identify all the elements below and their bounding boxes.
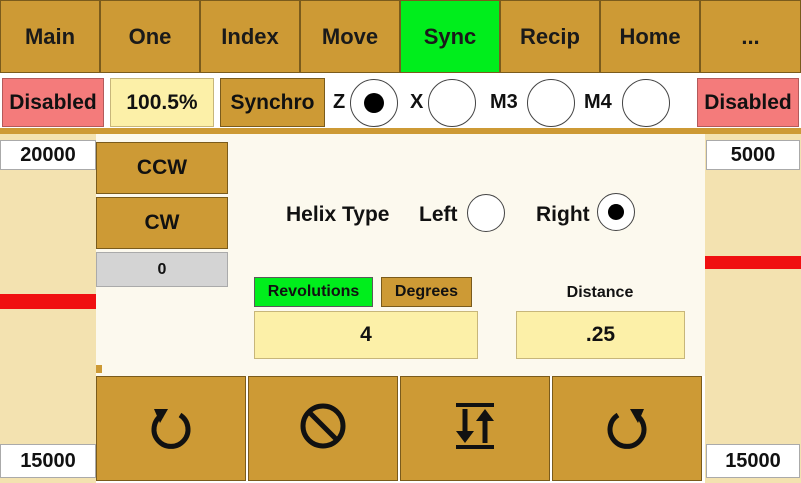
progress-marker xyxy=(96,365,102,373)
tab-more-label: ... xyxy=(741,23,760,49)
revolutions-input[interactable]: 4 xyxy=(254,311,478,359)
tab-sync[interactable]: Sync xyxy=(400,0,500,73)
rotate-cw-icon xyxy=(602,401,652,456)
ccw-button[interactable]: CCW xyxy=(96,142,228,194)
left-enable-status[interactable]: Disabled xyxy=(2,78,104,127)
tab-index[interactable]: Index xyxy=(200,0,300,73)
helix-left-radio[interactable] xyxy=(467,194,505,232)
degrees-toggle[interactable]: Degrees xyxy=(381,277,472,307)
sync-arrows-icon xyxy=(450,401,500,456)
selected-dot-icon xyxy=(363,92,385,114)
stop-button[interactable] xyxy=(248,376,398,481)
right-enable-status[interactable]: Disabled xyxy=(697,78,799,127)
tab-home-label: Home xyxy=(619,23,681,49)
tab-sync-label: Sync xyxy=(423,23,477,49)
tab-main[interactable]: Main xyxy=(0,0,100,73)
right-position-indicator xyxy=(705,256,801,269)
tab-one[interactable]: One xyxy=(100,0,200,73)
tab-home[interactable]: Home xyxy=(600,0,700,73)
left-bottom-value[interactable]: 15000 xyxy=(0,444,96,478)
helix-left-label: Left xyxy=(419,203,458,226)
selected-dot-icon xyxy=(608,204,624,220)
tab-more[interactable]: ... xyxy=(700,0,801,73)
rotate-cw-button[interactable] xyxy=(552,376,702,481)
right-top-value[interactable]: 5000 xyxy=(706,140,800,170)
tab-move-label: Move xyxy=(321,23,379,49)
helix-right-label: Right xyxy=(536,203,590,226)
distance-label: Distance xyxy=(566,284,634,301)
helix-type-label: Helix Type xyxy=(286,203,390,226)
tab-recip[interactable]: Recip xyxy=(500,0,600,73)
axis-m4-radio[interactable] xyxy=(622,79,670,127)
left-position-indicator xyxy=(0,294,96,309)
synchro-button[interactable]: Synchro xyxy=(220,78,325,127)
left-top-value[interactable]: 20000 xyxy=(0,140,96,170)
sync-arrows-button[interactable] xyxy=(400,376,550,481)
axis-m3-radio[interactable] xyxy=(527,79,575,127)
tab-recip-label: Recip xyxy=(520,23,580,49)
axis-z-label: Z xyxy=(333,91,346,113)
tab-move[interactable]: Move xyxy=(300,0,400,73)
right-position-gauge xyxy=(705,134,801,483)
axis-m4-label: M4 xyxy=(584,91,612,113)
tab-index-label: Index xyxy=(221,23,279,49)
axis-z-radio[interactable] xyxy=(350,79,398,127)
tab-one-label: One xyxy=(128,23,172,49)
tab-main-label: Main xyxy=(24,23,76,49)
helix-right-radio[interactable] xyxy=(597,193,635,231)
cw-button[interactable]: CW xyxy=(96,197,228,249)
stop-icon xyxy=(298,401,348,456)
right-bottom-value[interactable]: 15000 xyxy=(706,444,800,478)
rotate-ccw-button[interactable] xyxy=(96,376,246,481)
percent-field[interactable]: 100.5% xyxy=(110,78,214,127)
axis-x-radio[interactable] xyxy=(428,79,476,127)
rotate-ccw-icon xyxy=(146,401,196,456)
axis-x-label: X xyxy=(410,91,424,113)
revolutions-toggle[interactable]: Revolutions xyxy=(254,277,373,307)
distance-input[interactable]: .25 xyxy=(516,311,685,359)
revolution-counter: 0 xyxy=(96,252,228,287)
axis-m3-label: M3 xyxy=(490,91,518,113)
